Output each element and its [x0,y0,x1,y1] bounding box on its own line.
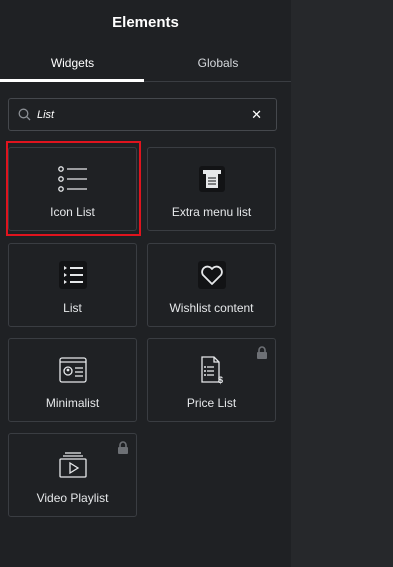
widget-icon-list[interactable]: Icon List [8,147,137,231]
search-box: ✕ [8,98,277,131]
widget-label: Extra menu list [171,205,252,219]
widget-price-list[interactable]: $ Price List [147,338,276,422]
icon-list-icon [57,164,89,194]
widget-wishlist-content[interactable]: Wishlist content [147,243,276,327]
search-icon [18,108,31,126]
canvas-area [291,0,393,567]
widget-list[interactable]: List [8,243,137,327]
widget-label: Wishlist content [169,301,254,315]
widget-label: Icon List [50,205,95,219]
tab-globals[interactable]: Globals [145,44,291,82]
panel-title: Elements [112,13,179,31]
minimalist-icon [57,355,89,385]
lock-icon [256,346,268,364]
price-list-icon: $ [196,355,228,385]
widget-minimalist[interactable]: Minimalist [8,338,137,422]
widget-label: Price List [186,396,237,410]
lock-icon [117,441,129,459]
extra-menu-list-icon [196,164,228,194]
search-input[interactable] [37,105,237,125]
elements-panel: Elements Widgets Globals ✕ Icon List [0,0,291,567]
active-tab-indicator [0,79,144,82]
widget-label: List [63,301,82,315]
video-playlist-icon [57,450,89,480]
close-icon[interactable]: ✕ [251,107,262,122]
heart-icon [196,260,228,290]
widget-label: Minimalist [45,396,100,410]
tab-widgets[interactable]: Widgets [0,44,145,82]
widget-label: Video Playlist [36,491,109,505]
svg-text:$: $ [218,375,223,385]
tab-bar: Widgets Globals [0,44,291,82]
widget-video-playlist[interactable]: Video Playlist [8,433,137,517]
list-icon [57,260,89,290]
widget-extra-menu-list[interactable]: Extra menu list [147,147,276,231]
